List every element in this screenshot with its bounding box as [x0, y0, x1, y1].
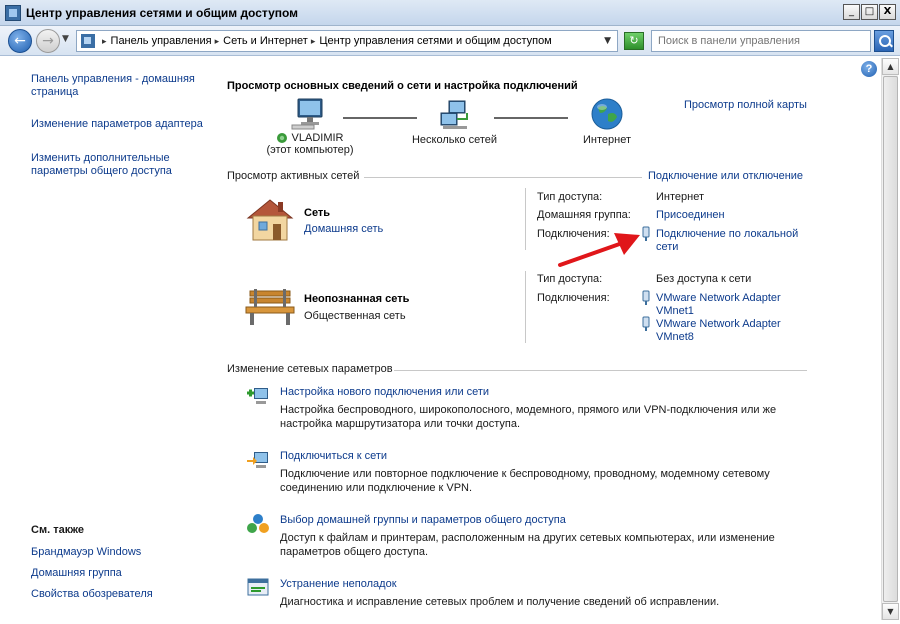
- breadcrumb-network-center[interactable]: Центр управления сетями и общим доступом: [319, 35, 551, 47]
- access-type-value: Без доступа к сети: [656, 273, 752, 285]
- vmnet1-adapter-link[interactable]: VMware Network Adapter VMnet1: [656, 292, 796, 318]
- scroll-up-button[interactable]: ▲: [882, 58, 899, 75]
- advanced-sharing-settings-link[interactable]: Изменить дополнительные параметры общего…: [31, 152, 206, 178]
- change-settings-heading: Изменение сетевых параметров: [227, 363, 393, 375]
- connect-disconnect-link[interactable]: Подключение или отключение: [648, 170, 803, 182]
- annotation-arrow-icon: [558, 233, 640, 267]
- internet-label: Интернет: [583, 134, 631, 146]
- network-location-label: Общественная сеть: [304, 310, 406, 322]
- page-title: Просмотр основных сведений о сети и наст…: [227, 80, 578, 92]
- view-full-map-link[interactable]: Просмотр полной карты: [684, 99, 807, 111]
- close-button[interactable]: X: [879, 4, 896, 20]
- vmnet8-adapter-link[interactable]: VMware Network Adapter VMnet8: [656, 318, 796, 344]
- computer-name: VLADIMIR: [291, 132, 344, 144]
- section-divider: [394, 370, 807, 371]
- section-divider: [364, 177, 642, 178]
- breadcrumb-network-internet[interactable]: Сеть и Интернет: [223, 35, 308, 47]
- new-connection-icon: [247, 388, 268, 404]
- computer-icon: [291, 98, 323, 130]
- refresh-button[interactable]: ↻: [624, 32, 644, 50]
- home-network-icon[interactable]: [244, 196, 296, 244]
- map-internet[interactable]: Интернет: [567, 97, 647, 146]
- setup-new-connection-description: Настройка беспроводного, широкополосного…: [280, 404, 777, 430]
- internet-options-link[interactable]: Свойства обозревателя: [31, 588, 206, 601]
- homegroup-joined-link[interactable]: Присоединен: [656, 209, 725, 222]
- main-content: Просмотр основных сведений о сети и наст…: [212, 57, 881, 617]
- address-box[interactable]: ▸ Панель управления ▸ Сеть и Интернет ▸ Центр…: [76, 30, 618, 52]
- network-name: Сеть: [304, 207, 331, 219]
- breadcrumb-control-panel[interactable]: Панель управления: [111, 35, 212, 47]
- chevron-right-icon[interactable]: ▸: [311, 37, 316, 47]
- connections-label: Подключения:: [537, 292, 610, 304]
- chevron-right-icon[interactable]: ▸: [102, 37, 107, 47]
- connect-to-network-description: Подключение или повторное подключение к …: [280, 468, 770, 494]
- homegroup-label: Домашняя группа:: [537, 209, 631, 221]
- active-networks-heading: Просмотр активных сетей: [227, 170, 360, 182]
- map-link-line: [494, 117, 568, 119]
- network-icon: [440, 100, 468, 129]
- forward-button[interactable]: →: [36, 29, 60, 53]
- control-panel-home-link[interactable]: Панель управления - домашняя страница: [31, 73, 206, 99]
- scroll-thumb[interactable]: [883, 76, 898, 602]
- ethernet-adapter-icon: [642, 290, 650, 305]
- public-network-bench-icon[interactable]: [244, 287, 296, 327]
- see-also-heading: См. также: [31, 524, 84, 536]
- back-button[interactable]: ←: [8, 29, 32, 53]
- access-type-label: Тип доступа:: [537, 273, 603, 285]
- address-toolbar: ← → ▼ ▸ Панель управления ▸ Сеть и Интернет…: [0, 26, 900, 56]
- maximize-button[interactable]: □: [861, 4, 878, 20]
- homegroup-link[interactable]: Домашняя группа: [31, 567, 206, 580]
- minimize-button[interactable]: _: [843, 4, 860, 20]
- vertical-divider: [525, 188, 526, 250]
- multiple-networks-label: Несколько сетей: [411, 134, 498, 146]
- search-box[interactable]: [651, 30, 871, 52]
- local-area-connection-link[interactable]: Подключение по локальной сети: [656, 228, 816, 254]
- homegroup-sharing-icon: [247, 514, 269, 533]
- scroll-down-button[interactable]: ▼: [882, 603, 899, 620]
- globe-icon: [591, 98, 623, 130]
- chevron-down-icon[interactable]: ▼: [604, 36, 611, 46]
- chevron-right-icon[interactable]: ▸: [215, 37, 220, 47]
- connect-to-network-link[interactable]: Подключиться к сети: [280, 450, 387, 462]
- troubleshoot-icon: [247, 578, 269, 596]
- left-task-pane: Панель управления - домашняя страница Из…: [0, 57, 212, 617]
- map-this-computer[interactable]: VLADIMIR (этот компьютер): [260, 97, 360, 156]
- title-bar: Центр управления сетями и общим доступом…: [0, 0, 900, 26]
- homegroup-sharing-link[interactable]: Выбор домашней группы и параметров общег…: [280, 514, 566, 526]
- map-multiple-networks[interactable]: Несколько сетей: [402, 97, 507, 146]
- homegroup-sharing-description: Доступ к файлам и принтерам, расположенн…: [280, 532, 775, 558]
- vertical-divider: [525, 271, 526, 343]
- troubleshoot-description: Диагностика и исправление сетевых пробле…: [280, 596, 720, 608]
- access-type-label: Тип доступа:: [537, 191, 603, 203]
- breadcrumb: ▸ Панель управления ▸ Сеть и Интернет ▸ Центр…: [99, 35, 552, 47]
- vertical-scrollbar[interactable]: ▲ ▼: [881, 58, 899, 620]
- connect-to-network-icon: [247, 452, 268, 468]
- access-type-value: Интернет: [656, 191, 704, 203]
- window-title: Центр управления сетями и общим доступом: [26, 6, 299, 20]
- ethernet-adapter-icon: [642, 316, 650, 331]
- search-input[interactable]: [652, 31, 870, 51]
- search-icon[interactable]: [874, 30, 894, 52]
- windows-firewall-link[interactable]: Брандмауэр Windows: [31, 546, 206, 559]
- change-adapter-settings-link[interactable]: Изменение параметров адаптера: [31, 118, 206, 131]
- recent-pages-dropdown-icon[interactable]: ▼: [62, 34, 69, 44]
- setup-new-connection-link[interactable]: Настройка нового подключения или сети: [280, 386, 489, 398]
- network-center-app-icon: [5, 5, 21, 21]
- this-computer-label: (этот компьютер): [266, 144, 354, 157]
- network-location-link[interactable]: Домашняя сеть: [304, 223, 383, 235]
- network-name: Неопознанная сеть: [304, 293, 410, 305]
- control-panel-icon: [81, 34, 95, 48]
- user-account-icon: [277, 133, 288, 144]
- troubleshoot-link[interactable]: Устранение неполадок: [280, 578, 397, 590]
